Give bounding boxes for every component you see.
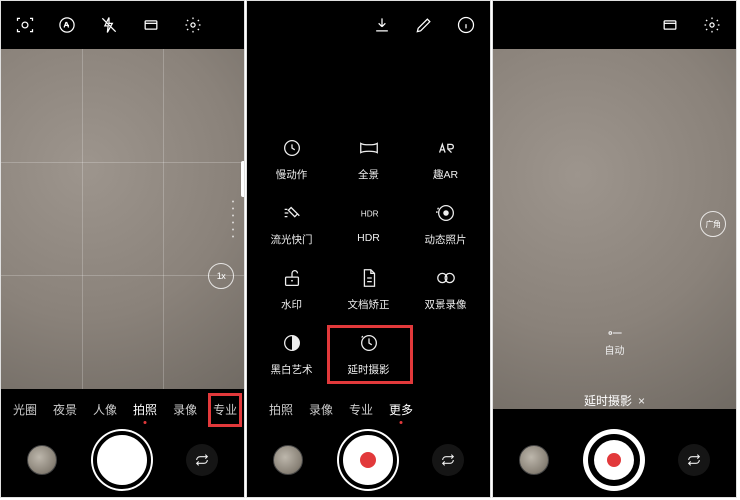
aspect-icon[interactable] [141, 15, 161, 35]
shutter-bar [493, 423, 736, 497]
shutter-button[interactable] [339, 431, 397, 489]
mode-item-hdr[interactable]: HDR HDR [334, 200, 404, 247]
mode-item-liveshot[interactable]: 动态照片 [411, 200, 481, 247]
mode-item-timelapse[interactable]: 延时摄影 [334, 330, 404, 377]
mode-录像[interactable]: 录像 [301, 401, 341, 418]
phone-screen-1: 1x 光圈夜景人像拍照录像专业更多 [0, 0, 245, 498]
settings-icon[interactable] [702, 15, 722, 35]
mode-item-label: 延时摄影 [348, 362, 390, 377]
gallery-thumbnail[interactable] [519, 445, 549, 475]
auto-label: 自动 [605, 342, 625, 357]
grid-line [1, 162, 244, 163]
mode-拍照[interactable]: 拍照 [125, 401, 165, 418]
bw-icon [279, 330, 305, 356]
zoom-slider[interactable] [232, 201, 234, 238]
mode-item-label: 趣AR [433, 167, 458, 182]
auto-speed-button[interactable]: 自动 [605, 328, 625, 357]
flash-off-icon[interactable] [99, 15, 119, 35]
shutter-button[interactable] [93, 431, 151, 489]
mode-item-label: 慢动作 [276, 167, 308, 182]
shutter-bar [247, 423, 490, 497]
mode-item-label: 双景录像 [425, 297, 467, 312]
document-icon [356, 265, 382, 291]
svg-text:HDR: HDR [360, 210, 378, 219]
topbar [247, 1, 490, 49]
mode-item-label: 全景 [358, 167, 379, 182]
mode-item-lightpaint[interactable]: 流光快门 [257, 200, 327, 247]
viewfinder[interactable]: 1x [1, 49, 244, 389]
active-mode-chip[interactable]: 延时摄影 × [584, 392, 645, 409]
hdr-icon: HDR [356, 200, 382, 226]
more-modes-menu: 慢动作 全景 趣AR 流光快门 HDR HDR 动态照片水印 文档矫正 双景录像黑白艺术 延时摄影 [247, 49, 490, 389]
mode-录像[interactable]: 录像 [165, 401, 205, 418]
aspect-icon[interactable] [660, 15, 680, 35]
edge-handle[interactable] [241, 161, 245, 197]
watermark-icon [279, 265, 305, 291]
mode-item-label: 动态照片 [425, 232, 467, 247]
mode-item-document[interactable]: 文档矫正 [334, 265, 404, 312]
gallery-thumbnail[interactable] [273, 445, 303, 475]
grid-line [82, 49, 83, 389]
ai-icon[interactable] [57, 15, 77, 35]
gallery-thumbnail[interactable] [27, 445, 57, 475]
mode-item-label: 文档矫正 [348, 297, 390, 312]
mode-item-watermark[interactable]: 水印 [257, 265, 327, 312]
mode-专业[interactable]: 专业 [341, 401, 381, 418]
mode-item-label: 流光快门 [271, 232, 313, 247]
phone-screen-2: 慢动作 全景 趣AR 流光快门 HDR HDR 动态照片水印 文档矫正 双景录像黑白艺术 延时摄影… [246, 0, 491, 498]
mode-chip-label: 延时摄影 [584, 392, 632, 409]
mode-item-bw[interactable]: 黑白艺术 [257, 330, 327, 377]
shutter-bar [1, 423, 244, 497]
mode-item-panorama[interactable]: 全景 [334, 135, 404, 182]
mode-item-label: HDR [357, 232, 380, 244]
topbar [1, 1, 244, 49]
edit-icon[interactable] [414, 15, 434, 35]
mode-人像[interactable]: 人像 [85, 401, 125, 418]
grid-line [163, 49, 164, 389]
slowmo-icon [279, 135, 305, 161]
mode-item-label: 水印 [281, 297, 302, 312]
mode-item-dualview[interactable]: 双景录像 [411, 265, 481, 312]
mode-拍照[interactable]: 拍照 [261, 401, 301, 418]
switch-camera-button[interactable] [678, 444, 710, 476]
switch-camera-button[interactable] [432, 444, 464, 476]
ar-icon [433, 135, 459, 161]
phone-screen-3: 广角 自动 延时摄影 × [492, 0, 737, 498]
zoom-button[interactable]: 1x [208, 263, 234, 289]
mode-更多[interactable]: 更多 [381, 401, 421, 418]
ai-scene-icon[interactable] [15, 15, 35, 35]
mode-item-ar[interactable]: 趣AR [411, 135, 481, 182]
close-icon[interactable]: × [638, 394, 645, 408]
shutter-button[interactable] [585, 431, 643, 489]
mode-夜景[interactable]: 夜景 [45, 401, 85, 418]
panorama-icon [356, 135, 382, 161]
mode-专业[interactable]: 专业 [205, 401, 245, 418]
topbar [493, 1, 736, 49]
zoom-wide-button[interactable]: 广角 [700, 211, 726, 237]
timelapse-icon [356, 330, 382, 356]
switch-camera-button[interactable] [186, 444, 218, 476]
info-icon[interactable] [456, 15, 476, 35]
mode-item-slowmo[interactable]: 慢动作 [257, 135, 327, 182]
liveshot-icon [433, 200, 459, 226]
mode-光圈[interactable]: 光圈 [5, 401, 45, 418]
download-icon[interactable] [372, 15, 392, 35]
mode-item-label: 黑白艺术 [271, 362, 313, 377]
dualview-icon [433, 265, 459, 291]
lightpaint-icon [279, 200, 305, 226]
settings-icon[interactable] [183, 15, 203, 35]
